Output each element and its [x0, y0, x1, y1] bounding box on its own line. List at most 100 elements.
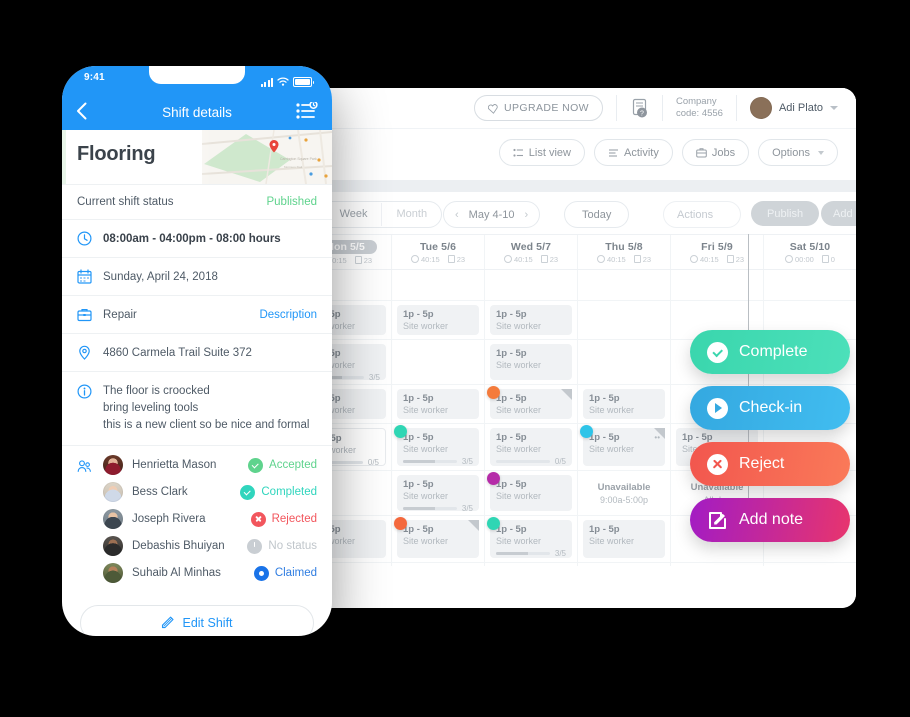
- calendar-cell[interactable]: [578, 270, 671, 300]
- day-header-fri[interactable]: Fri 5/9 40:15 23: [671, 235, 764, 269]
- actions-label: Actions: [677, 208, 714, 221]
- phone-window: 9:41 Shift details Carrington Square Par…: [62, 66, 332, 636]
- next-week-icon[interactable]: ›: [525, 209, 529, 221]
- chevron-left-icon[interactable]: [76, 102, 87, 120]
- list-item[interactable]: Henrietta Mason Accepted: [103, 455, 317, 475]
- calendar-cell[interactable]: 1p - 5pSite worker: [578, 516, 671, 562]
- calendar-cell[interactable]: [671, 270, 764, 300]
- staff-status-label: Accepted: [269, 459, 317, 471]
- date-range-picker[interactable]: ‹ May 4-10 ›: [443, 201, 541, 228]
- checkin-button[interactable]: Check-in: [690, 386, 850, 430]
- unavailable-chip[interactable]: Unavailable 9:00a-5:00p: [583, 475, 665, 511]
- calendar-cell[interactable]: 1p - 5pSite worker: [485, 340, 578, 384]
- shift-chip[interactable]: 1p - 5pSite worker 3/5: [394, 425, 479, 466]
- calendar-cell[interactable]: [578, 340, 671, 384]
- progress-label: 3/5: [461, 504, 473, 513]
- drag-handle[interactable]: [468, 520, 479, 531]
- day-label: Wed 5/7: [510, 240, 552, 253]
- description-link[interactable]: Description: [259, 309, 317, 321]
- activity-button[interactable]: Activity: [593, 139, 673, 166]
- shift-chip[interactable]: 1p - 5pSite worker 3/5: [397, 475, 479, 513]
- calendar-cell[interactable]: [764, 563, 856, 566]
- calendar-cell[interactable]: 1p - 5pSite worker: [485, 385, 578, 423]
- job-row: Repair Description: [62, 295, 332, 333]
- staff-status-label: Claimed: [274, 567, 317, 579]
- upgrade-now-button[interactable]: UPGRADE NOW: [474, 95, 603, 121]
- day-header-thu[interactable]: Thu 5/8 40:15 23: [578, 235, 671, 269]
- shift-chip[interactable]: •• 1p - 5p Site worker: [580, 425, 665, 466]
- day-header-wed[interactable]: Wed 5/7 40:15 23: [485, 235, 578, 269]
- staff-status-label: Completed: [261, 486, 317, 498]
- add-shifts-button[interactable]: Add shifts: [821, 201, 856, 226]
- drag-handle[interactable]: [561, 389, 572, 400]
- shift-chip[interactable]: 1p - 5pSite worker 3/5: [487, 517, 572, 558]
- calendar-cell[interactable]: 1p - 5pSite worker: [392, 516, 485, 562]
- company-code: Company code: 4556: [676, 96, 723, 120]
- status-badge: Claimed: [253, 565, 317, 581]
- shift-chip[interactable]: 1p - 5pSite worker: [397, 389, 479, 419]
- list-item[interactable]: Debashis Bhuiyan No status: [103, 536, 317, 556]
- jobs-button[interactable]: Jobs: [681, 139, 750, 166]
- chevron-down-icon[interactable]: [830, 106, 838, 110]
- calendar-cell[interactable]: 1p - 5pSite worker: [392, 385, 485, 423]
- shift-role: Site worker: [589, 536, 635, 546]
- calendar-cell[interactable]: [485, 270, 578, 300]
- calendar-cell[interactable]: 1p - 5pSite worker: [392, 301, 485, 339]
- complete-button[interactable]: Complete: [690, 330, 850, 374]
- calendar-cell[interactable]: 1p - 5pSite worker 3/5: [392, 471, 485, 515]
- segment-month[interactable]: Month: [381, 203, 441, 226]
- calendar-cell[interactable]: 1p - 5pSite worker 0/5: [485, 424, 578, 470]
- calendar-cell[interactable]: 1p - 5pSite worker: [485, 301, 578, 339]
- calendar-cell[interactable]: [392, 270, 485, 300]
- calendar-cell[interactable]: •• 1p - 5p Site worker: [578, 424, 671, 470]
- prev-week-icon[interactable]: ‹: [455, 209, 459, 221]
- calendar-cell[interactable]: 1p - 5pSite worker: [578, 385, 671, 423]
- calendar-cell[interactable]: [764, 270, 856, 300]
- add-note-button[interactable]: Add note: [690, 498, 850, 542]
- calendar-cell[interactable]: [392, 340, 485, 384]
- shift-chip[interactable]: 1p - 5pSite worker: [490, 305, 572, 335]
- play-circle-icon: [707, 397, 728, 419]
- note-line-2: bring leveling tools: [103, 402, 199, 414]
- day-header-tue[interactable]: Tue 5/6 40:15 23: [392, 235, 485, 269]
- shift-time: 1p - 5p: [496, 309, 527, 320]
- shift-chip[interactable]: 1p - 5pSite worker: [490, 344, 572, 380]
- list-item[interactable]: Joseph Rivera Rejected: [103, 509, 317, 529]
- calendar-cell[interactable]: 1p - 5pSite worker 3/5: [485, 516, 578, 562]
- shift-chip[interactable]: 1p - 5pSite worker: [394, 517, 479, 558]
- help-guide-icon[interactable]: ?: [630, 98, 649, 119]
- today-button[interactable]: Today: [564, 201, 630, 228]
- note-edit-icon: [707, 510, 728, 531]
- edit-shift-button[interactable]: Edit Shift: [80, 605, 314, 636]
- calendar-cell[interactable]: Unavailable 9:00a-5:00p: [578, 471, 671, 515]
- list-view-button[interactable]: List view: [498, 139, 585, 166]
- calendar-cell[interactable]: 1p - 5pSite worker: [485, 471, 578, 515]
- status-time: 9:41: [84, 72, 105, 83]
- calendar-cell[interactable]: [578, 563, 671, 566]
- shift-chip[interactable]: 1p - 5pSite worker: [583, 389, 665, 419]
- shift-chip[interactable]: 1p - 5pSite worker 0/5: [490, 428, 572, 466]
- list-clock-icon[interactable]: [296, 100, 318, 120]
- actions-dropdown[interactable]: Actions: [663, 201, 742, 228]
- avatar[interactable]: [749, 97, 772, 119]
- calendar-cell[interactable]: [392, 563, 485, 566]
- list-item[interactable]: Suhaib Al Minhas Claimed: [103, 563, 317, 583]
- status-dot: [487, 472, 500, 485]
- calendar-cell[interactable]: [578, 301, 671, 339]
- day-header-sat[interactable]: Sat 5/10 00:00 0: [764, 235, 856, 269]
- shift-chip[interactable]: 1p - 5pSite worker: [397, 305, 479, 335]
- shift-chip[interactable]: 1p - 5pSite worker: [487, 386, 572, 419]
- publish-button[interactable]: Publish: [751, 201, 820, 226]
- location-map-thumbnail[interactable]: Carrington Square Park Morrison Trail: [202, 130, 332, 184]
- day-hours: 40:15: [699, 254, 719, 264]
- calendar-cell[interactable]: [485, 563, 578, 566]
- segment-week[interactable]: Week: [324, 203, 382, 226]
- shift-time: 1p - 5p: [589, 432, 620, 443]
- calendar-cell[interactable]: 1p - 5pSite worker 3/5: [392, 424, 485, 470]
- calendar-cell[interactable]: [671, 563, 764, 566]
- shift-chip[interactable]: 1p - 5pSite worker: [487, 472, 572, 511]
- reject-button[interactable]: Reject: [690, 442, 850, 486]
- options-button[interactable]: Options: [758, 139, 838, 166]
- shift-chip[interactable]: 1p - 5pSite worker: [583, 520, 665, 558]
- list-item[interactable]: Bess Clark Completed: [103, 482, 317, 502]
